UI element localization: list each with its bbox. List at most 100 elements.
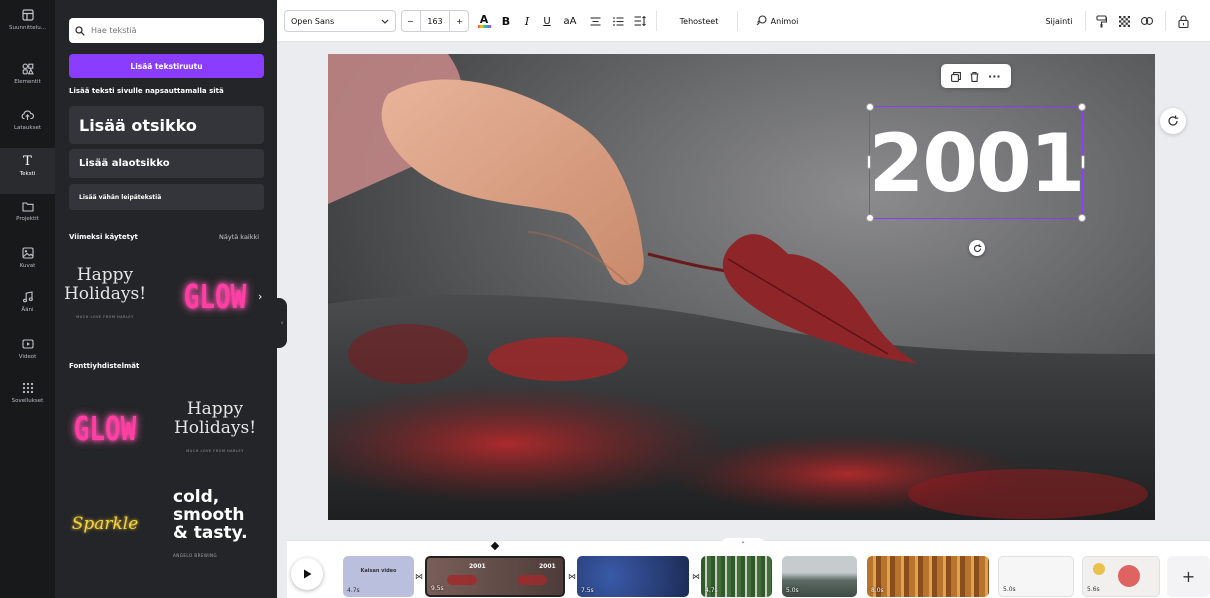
font-family-select[interactable]: Open Sans bbox=[284, 10, 396, 32]
add-clip-button[interactable]: + bbox=[1167, 556, 1210, 597]
timeline-clip[interactable]: 8.0s bbox=[867, 556, 989, 597]
clip-duration: 8.0s bbox=[871, 587, 884, 594]
rail-item-text[interactable]: T Teksti bbox=[0, 148, 55, 194]
clip-label: 2001 bbox=[469, 563, 486, 570]
refresh-icon[interactable] bbox=[1160, 108, 1186, 134]
font-combo-glow[interactable]: GLOW bbox=[170, 268, 260, 328]
play-button[interactable] bbox=[291, 558, 323, 590]
transition-icon[interactable]: ⋈ bbox=[691, 571, 701, 581]
italic-icon[interactable]: I bbox=[519, 10, 535, 32]
animate-button[interactable]: Animoi bbox=[747, 10, 807, 32]
search-box[interactable] bbox=[69, 18, 264, 43]
glow-text: GLOW bbox=[73, 411, 137, 449]
transition-icon[interactable]: ⋈ bbox=[567, 571, 577, 581]
rail-item-images[interactable]: Kuvat bbox=[0, 240, 55, 286]
decrease-size-button[interactable]: − bbox=[402, 17, 419, 26]
effects-button[interactable]: Tehosteet bbox=[669, 10, 729, 32]
text-color-button[interactable]: A bbox=[475, 10, 493, 32]
letter-case-button[interactable]: aA bbox=[560, 10, 580, 32]
align-center-icon[interactable] bbox=[586, 10, 604, 32]
line-spacing-icon[interactable] bbox=[631, 10, 649, 32]
show-all-link[interactable]: Näytä kaikki bbox=[219, 233, 259, 241]
font-combo-sparkle[interactable]: Sparkle bbox=[60, 494, 150, 554]
timeline: ⌄ Kaisan video 4.7s ⋈ 2001 2001 9.5s ⋈ 7… bbox=[287, 538, 1210, 598]
happy-small: MUCH LOVE FROM HARLEY bbox=[186, 448, 244, 453]
add-subheading-button[interactable]: Lisää alaotsikko bbox=[69, 149, 264, 178]
transition-icon[interactable]: ⋈ bbox=[414, 571, 424, 581]
search-input[interactable] bbox=[91, 26, 251, 35]
add-body-text-button[interactable]: Lisää vähän leipätekstiä bbox=[69, 184, 264, 210]
timeline-clip[interactable]: 5.0s bbox=[998, 556, 1074, 597]
font-combo-cold-smooth[interactable]: cold, smooth & tasty. ANGELO BREWING bbox=[173, 486, 263, 566]
paint-format-icon[interactable] bbox=[1092, 10, 1110, 32]
playhead-marker[interactable] bbox=[490, 541, 500, 551]
resize-handle[interactable] bbox=[866, 103, 874, 111]
clip-duration: 4.7s bbox=[347, 587, 360, 594]
folder-icon bbox=[21, 199, 35, 213]
underline-icon[interactable]: U bbox=[539, 10, 555, 32]
chevron-down-icon bbox=[381, 17, 389, 26]
cold-line1: cold, bbox=[173, 486, 220, 507]
resize-handle[interactable] bbox=[1078, 214, 1086, 222]
expand-timeline-icon[interactable]: ⌄ bbox=[722, 538, 764, 548]
resize-handle[interactable] bbox=[1081, 155, 1085, 169]
duplicate-icon[interactable] bbox=[951, 67, 962, 86]
rail-item-videos[interactable]: Videot bbox=[0, 331, 55, 377]
clip-label: 2001 bbox=[539, 563, 556, 570]
text-color-icon: A bbox=[479, 13, 489, 26]
cold-line2: smooth bbox=[173, 504, 245, 525]
timeline-clip[interactable]: 5.6s bbox=[1082, 556, 1160, 597]
leaf-thumbnail bbox=[517, 575, 547, 585]
font-combo-happy-holidays[interactable]: Happy Holidays! MUCH LOVE FROM HARLEY bbox=[60, 262, 150, 330]
rail-label: Sovellukset bbox=[11, 398, 44, 404]
timeline-clip-selected[interactable]: 2001 2001 9.5s bbox=[425, 556, 565, 597]
timeline-clip[interactable]: 4.7s bbox=[701, 556, 772, 597]
rail-item-design[interactable]: Suunnittelu... bbox=[0, 2, 55, 48]
shapes-icon bbox=[21, 62, 35, 76]
clip-duration: 7.5s bbox=[581, 587, 594, 594]
more-icon[interactable]: ··· bbox=[988, 70, 1001, 83]
add-textbox-button[interactable]: Lisää tekstiruutu bbox=[69, 54, 264, 78]
timeline-clip[interactable]: 7.5s bbox=[577, 556, 689, 597]
rail-item-uploads[interactable]: Lataukset bbox=[0, 102, 55, 148]
timeline-clip[interactable]: Kaisan video 4.7s bbox=[343, 556, 414, 597]
rail-label: Lataukset bbox=[13, 125, 42, 131]
happy-line1: Happy bbox=[186, 398, 244, 419]
timeline-clip[interactable]: 5.0s bbox=[782, 556, 857, 597]
selection-box bbox=[866, 103, 1086, 222]
rail-label: Suunnittelu... bbox=[9, 25, 46, 31]
cold-small: ANGELO BREWING bbox=[173, 552, 218, 558]
resize-handle[interactable] bbox=[1078, 103, 1086, 111]
trash-icon[interactable] bbox=[970, 67, 979, 86]
rail-item-apps[interactable]: Sovellukset bbox=[0, 375, 55, 421]
divider bbox=[1085, 11, 1086, 31]
clip-duration: 5.0s bbox=[1003, 586, 1016, 593]
chevron-right-icon[interactable]: › bbox=[258, 290, 262, 303]
happy-small: MUCH LOVE FROM HARLEY bbox=[76, 314, 134, 319]
rail-item-audio[interactable]: Ääni bbox=[0, 284, 55, 330]
position-button[interactable]: Sijainti bbox=[1039, 10, 1079, 32]
animate-label: Animoi bbox=[770, 16, 799, 26]
rotate-handle-icon[interactable] bbox=[969, 240, 985, 256]
font-combo-happy-holidays-2[interactable]: Happy Holidays! MUCH LOVE FROM HARLEY bbox=[170, 396, 260, 464]
bold-icon[interactable]: B bbox=[498, 10, 514, 32]
rail-label: Teksti bbox=[19, 171, 36, 177]
lock-icon[interactable] bbox=[1174, 10, 1192, 32]
transparency-icon[interactable] bbox=[1115, 10, 1133, 32]
font-size-stepper: − 163 + bbox=[401, 10, 469, 32]
panel-hint: Lisää teksti sivulle napsauttamalla sitä bbox=[69, 87, 224, 95]
font-combo-glow-2[interactable]: GLOW bbox=[60, 400, 150, 460]
list-icon[interactable] bbox=[609, 10, 627, 32]
resize-handle[interactable] bbox=[866, 214, 874, 222]
collapse-panel-button[interactable]: ‹ bbox=[277, 298, 287, 348]
side-rail: Suunnittelu... Elementit Lataukset T Tek… bbox=[0, 0, 55, 598]
link-icon[interactable] bbox=[1138, 10, 1156, 32]
resize-handle[interactable] bbox=[867, 155, 871, 169]
add-heading-button[interactable]: Lisää otsikko bbox=[69, 106, 264, 144]
rail-item-projects[interactable]: Projektit bbox=[0, 193, 55, 239]
font-name: Open Sans bbox=[291, 16, 335, 26]
rail-item-elements[interactable]: Elementit bbox=[0, 56, 55, 102]
increase-size-button[interactable]: + bbox=[451, 17, 468, 26]
happy-line2: Holidays! bbox=[63, 283, 147, 304]
font-size-value[interactable]: 163 bbox=[420, 11, 450, 31]
